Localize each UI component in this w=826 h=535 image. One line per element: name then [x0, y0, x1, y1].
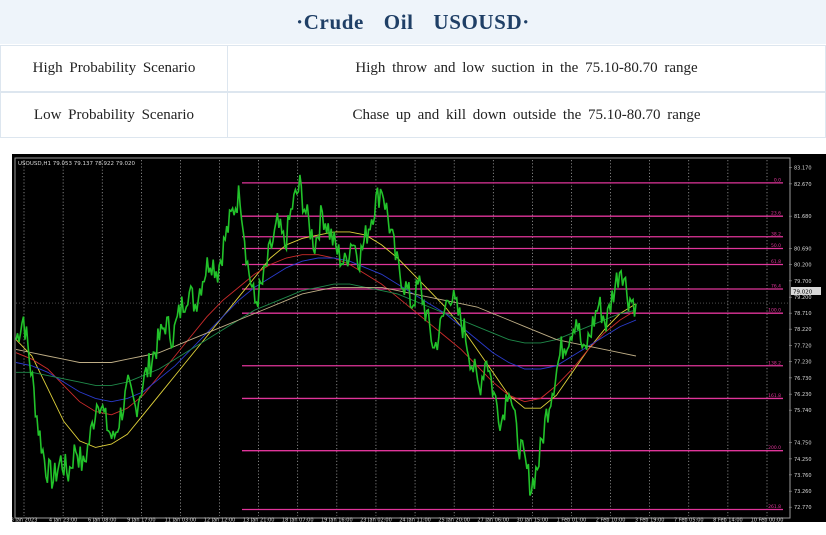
- y-tick-label: 79.200: [794, 295, 812, 301]
- y-tick-label: 78.220: [794, 327, 812, 333]
- x-tick-label: 19 Jan 16:00: [321, 518, 353, 523]
- fib-level-label: 76.4: [771, 284, 781, 290]
- y-tick-label: 80.690: [794, 247, 812, 253]
- x-tick-label: 6 Jan 08:00: [88, 518, 116, 523]
- x-tick-label: 9 Jan 17:00: [127, 518, 155, 523]
- y-axis: 83.170 82.670 81.680 80.690 80.200 79.700 79.2…: [789, 166, 812, 511]
- x-tick-label: 24 Jan 11:00: [399, 518, 431, 523]
- x-tick-label: 2 Feb 10:00: [596, 518, 626, 523]
- x-tick-label: 13 Jan 21:00: [243, 518, 275, 523]
- x-tick-label: 7 Feb 05:00: [674, 518, 704, 523]
- y-tick-label: 79.700: [794, 279, 812, 285]
- x-tick-label: 8 Feb 14:00: [713, 518, 743, 523]
- y-tick-label: 76.730: [794, 376, 812, 382]
- y-tick-label: 77.720: [794, 344, 812, 350]
- title-bar: ·Crude Oil USOUSD·: [0, 0, 826, 44]
- y-tick-label: 75.740: [794, 408, 812, 414]
- fib-level-label: 38.2: [771, 231, 781, 237]
- fib-level-label: 200.0: [768, 445, 781, 451]
- x-tick-label: 27 Jan 06:00: [477, 518, 509, 523]
- y-tick-label: 76.230: [794, 392, 812, 398]
- page-title: ·Crude Oil USOUSD·: [296, 9, 530, 34]
- y-tick-label: 74.750: [794, 441, 812, 447]
- price-chart[interactable]: 0.0 23.6 38.2 50.0 61.8 76.4 100.0 138.2 161.8 20…: [12, 154, 826, 522]
- fib-level-label: 23.6: [771, 211, 781, 217]
- x-tick-label: 23 Jan 02:00: [360, 518, 392, 523]
- x-tick-label: 25 Jan 20:00: [438, 518, 470, 523]
- scenario-text: High throw and low suction in the 75.10-…: [227, 45, 826, 92]
- scenario-label: High Probability Scenario: [0, 45, 228, 92]
- y-tick-label: 83.170: [794, 166, 812, 172]
- x-tick-label: 30 Jan 15:00: [517, 518, 549, 523]
- fib-level-label: 61.8: [771, 259, 781, 265]
- symbol-header: USOUSD,H1 79.053 79.137 78.922 79.020: [18, 161, 135, 167]
- y-tick-label: 74.250: [794, 457, 812, 463]
- y-tick-label: 72.770: [794, 505, 812, 511]
- fib-level-label: 161.8: [768, 393, 781, 399]
- fib-level-label: 0.0: [774, 177, 781, 183]
- y-tick-label: 80.200: [794, 263, 812, 269]
- y-tick-label: 73.760: [794, 473, 812, 479]
- x-tick-label: 18 Jan 07:00: [282, 518, 314, 523]
- x-tick-label: 11 Jan 03:00: [165, 518, 197, 523]
- chart-svg[interactable]: 0.0 23.6 38.2 50.0 61.8 76.4 100.0 138.2 161.8 20…: [12, 154, 826, 522]
- x-tick-label: 1 Feb 01:00: [557, 518, 587, 523]
- x-tick-label: 3 Feb 19:00: [635, 518, 665, 523]
- y-tick-label: 81.680: [794, 214, 812, 220]
- current-price-label: 79.020: [793, 290, 813, 296]
- scenario-row-high: High Probability Scenario High throw and…: [0, 45, 826, 92]
- x-tick-label: 12 Jan 12:00: [204, 518, 236, 523]
- scenario-row-low: Low Probability Scenario Chase up and ki…: [0, 92, 826, 138]
- scenario-label: Low Probability Scenario: [0, 92, 228, 138]
- fib-level-label: 50.0: [771, 243, 781, 249]
- y-tick-label: 82.670: [794, 182, 812, 188]
- fib-level-label: 100.0: [768, 308, 781, 314]
- fib-level-label: 261.8: [768, 504, 781, 510]
- chart-frame: [14, 157, 791, 519]
- x-tick-label: 10 Feb 00:00: [751, 518, 784, 523]
- fib-level-label: 138.2: [768, 360, 781, 366]
- scenario-text: Chase up and kill down outside the 75.10…: [227, 92, 826, 138]
- y-tick-label: 77.230: [794, 360, 812, 366]
- x-tick-label: 3 Jan 2023: [12, 518, 37, 523]
- x-tick-label: 4 Jan 23:00: [49, 518, 77, 523]
- y-tick-label: 73.260: [794, 489, 812, 495]
- y-tick-label: 78.710: [794, 311, 812, 317]
